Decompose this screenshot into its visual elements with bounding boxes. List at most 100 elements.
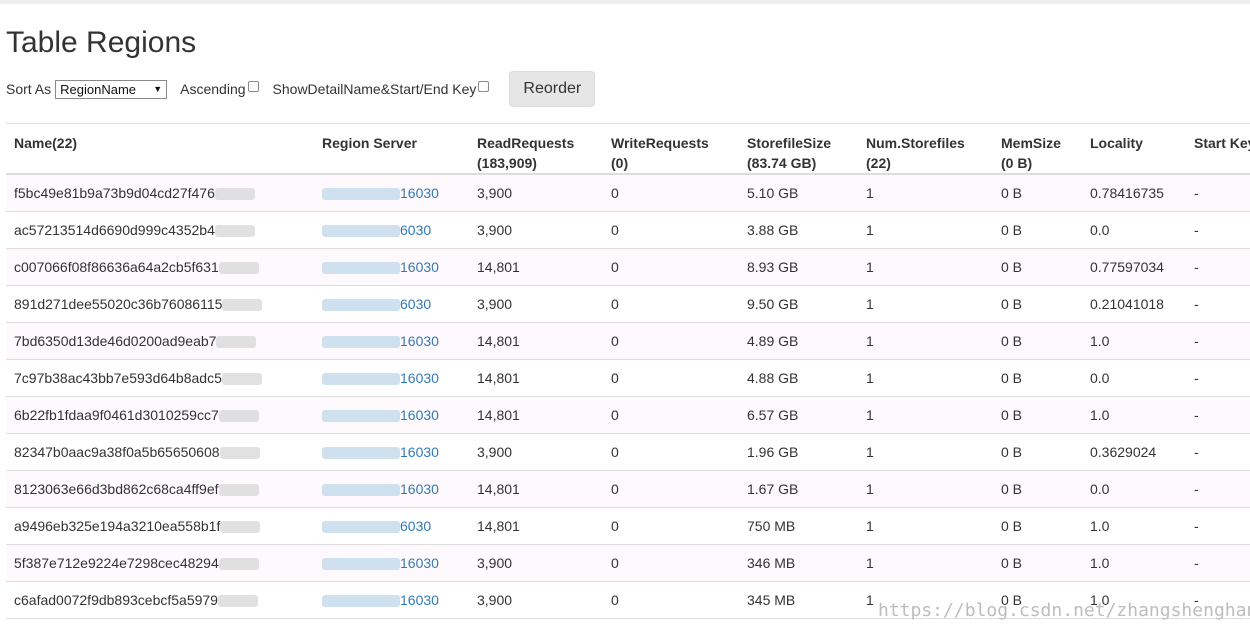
- cell-locality-text: 0.0: [1090, 369, 1110, 386]
- cell-storefile-size-text: 6.57 GB: [747, 406, 799, 423]
- redacted-hostname: [322, 372, 400, 385]
- cell-write-requests-text: 0: [611, 591, 619, 608]
- header-region-server[interactable]: Region Server: [314, 123, 469, 175]
- table-row: c007066f08f86636a64a2cb5f631 16030 14,801 0…: [6, 248, 1250, 286]
- cell-locality-text: 0.77597034: [1090, 258, 1164, 275]
- cell-memsize-text: 0 B: [1001, 332, 1023, 349]
- header-read-requests[interactable]: ReadRequests (183,909): [469, 123, 603, 175]
- cell-locality-text: 1.0: [1090, 517, 1110, 534]
- cell-region-server[interactable]: 16030: [314, 248, 469, 286]
- region-server-link[interactable]: 16030: [400, 592, 439, 608]
- region-server-link[interactable]: 16030: [400, 370, 439, 386]
- ascending-checkbox[interactable]: [247, 80, 259, 92]
- region-server-link[interactable]: 16030: [400, 185, 439, 201]
- region-server-link[interactable]: 16030: [400, 407, 439, 423]
- page-title: Table Regions: [6, 26, 197, 59]
- cell-region-server[interactable]: 16030: [314, 359, 469, 397]
- cell-read-requests: 14,801: [469, 507, 603, 545]
- show-detail-label: ShowDetailName&Start/End Key: [272, 81, 477, 97]
- cell-memsize-text: 0 B: [1001, 406, 1023, 423]
- header-locality[interactable]: Locality: [1082, 123, 1186, 175]
- region-server-link[interactable]: 16030: [400, 481, 439, 497]
- redacted-hostname: [322, 335, 400, 348]
- cell-start-key-text: -: [1194, 517, 1199, 534]
- cell-region-name: 5f387e712e9224e7298cec48294: [6, 544, 314, 582]
- cell-region-name-text: c6afad0072f9db893cebcf5a5979: [14, 591, 218, 608]
- cell-region-name-text: c007066f08f86636a64a2cb5f631: [14, 258, 219, 275]
- header-name[interactable]: Name(22): [6, 123, 314, 175]
- cell-storefile-size-text: 5.10 GB: [747, 184, 799, 201]
- sort-select[interactable]: RegionName ▼: [55, 79, 168, 99]
- cell-num-storefiles-text: 1: [866, 258, 874, 275]
- cell-memsize: 0 B: [993, 544, 1082, 582]
- cell-memsize: 0 B: [993, 285, 1082, 323]
- redacted-suffix: [217, 594, 258, 607]
- redacted-hostname: [322, 446, 400, 459]
- header-start-key[interactable]: Start Key: [1186, 123, 1250, 175]
- cell-num-storefiles: 1: [858, 433, 993, 471]
- region-server-link[interactable]: 6030: [400, 296, 431, 312]
- cell-region-server[interactable]: 16030: [314, 174, 469, 212]
- cell-read-requests-text: 3,900: [477, 443, 513, 460]
- header-num-storefiles[interactable]: Num.Storefiles (22): [858, 123, 993, 175]
- cell-region-server[interactable]: 6030: [314, 507, 469, 545]
- cell-write-requests: 0: [603, 470, 739, 508]
- cell-region-name-text: 8123063e66d3bd862c68ca4ff9ef: [14, 480, 219, 497]
- cell-region-server[interactable]: 16030: [314, 544, 469, 582]
- cell-storefile-size: 3.88 GB: [739, 211, 858, 249]
- cell-read-requests: 3,900: [469, 544, 603, 582]
- cell-read-requests: 3,900: [469, 211, 603, 249]
- cell-write-requests-text: 0: [611, 332, 619, 349]
- redacted-suffix: [218, 557, 259, 570]
- cell-region-server[interactable]: 6030: [314, 285, 469, 323]
- cell-write-requests: 0: [603, 248, 739, 286]
- cell-region-server[interactable]: 16030: [314, 470, 469, 508]
- cell-write-requests-text: 0: [611, 517, 619, 534]
- cell-start-key: -: [1186, 174, 1250, 212]
- region-server-link[interactable]: 16030: [400, 333, 439, 349]
- cell-read-requests-text: 3,900: [477, 591, 513, 608]
- cell-region-name-text: 7bd6350d13de46d0200ad9eab7: [14, 332, 217, 349]
- cell-region-name: ac57213514d6690d999c4352b4: [6, 211, 314, 249]
- cell-region-server[interactable]: 16030: [314, 581, 469, 619]
- cell-storefile-size-text: 750 MB: [747, 517, 796, 534]
- cell-region-server[interactable]: 16030: [314, 322, 469, 360]
- region-server-link[interactable]: 16030: [400, 259, 439, 275]
- cell-read-requests-text: 14,801: [477, 369, 520, 386]
- redacted-suffix: [214, 188, 255, 201]
- cell-start-key: -: [1186, 470, 1250, 508]
- header-storefile-size[interactable]: StorefileSize (83.74 GB): [739, 123, 858, 175]
- cell-memsize: 0 B: [993, 211, 1082, 249]
- header-write-requests[interactable]: WriteRequests (0): [603, 123, 739, 175]
- cell-locality: 1.0: [1082, 396, 1186, 434]
- reorder-button[interactable]: Reorder: [509, 71, 596, 107]
- cell-storefile-size-text: 8.93 GB: [747, 258, 799, 275]
- table-row: 8123063e66d3bd862c68ca4ff9ef 16030 14,801 0…: [6, 470, 1250, 508]
- cell-start-key: -: [1186, 211, 1250, 249]
- cell-read-requests: 3,900: [469, 285, 603, 323]
- show-detail-checkbox[interactable]: [478, 80, 490, 92]
- cell-num-storefiles-text: 1: [866, 517, 874, 534]
- cell-memsize: 0 B: [993, 248, 1082, 286]
- cell-storefile-size-text: 345 MB: [747, 591, 796, 608]
- cell-storefile-size-text: 4.88 GB: [747, 369, 799, 386]
- region-server-link[interactable]: 16030: [400, 555, 439, 571]
- region-server-link[interactable]: 16030: [400, 444, 439, 460]
- cell-memsize-text: 0 B: [1001, 554, 1023, 571]
- cell-write-requests: 0: [603, 322, 739, 360]
- cell-read-requests: 3,900: [469, 433, 603, 471]
- region-server-link[interactable]: 6030: [400, 222, 431, 238]
- cell-memsize-text: 0 B: [1001, 221, 1023, 238]
- cell-region-server[interactable]: 16030: [314, 433, 469, 471]
- cell-memsize-text: 0 B: [1001, 517, 1023, 534]
- cell-num-storefiles: 1: [858, 470, 993, 508]
- cell-storefile-size: 1.67 GB: [739, 470, 858, 508]
- table-header-row: Name(22) Region Server ReadRequests (183,…: [6, 123, 1250, 175]
- cell-locality: 1.0: [1082, 507, 1186, 545]
- cell-region-server[interactable]: 16030: [314, 396, 469, 434]
- cell-region-server[interactable]: 6030: [314, 211, 469, 249]
- region-server-link[interactable]: 6030: [400, 518, 431, 534]
- table-row: 7bd6350d13de46d0200ad9eab7 16030 14,801 0 4.…: [6, 322, 1250, 360]
- cell-storefile-size: 346 MB: [739, 544, 858, 582]
- header-memsize[interactable]: MemSize (0 B): [993, 123, 1082, 175]
